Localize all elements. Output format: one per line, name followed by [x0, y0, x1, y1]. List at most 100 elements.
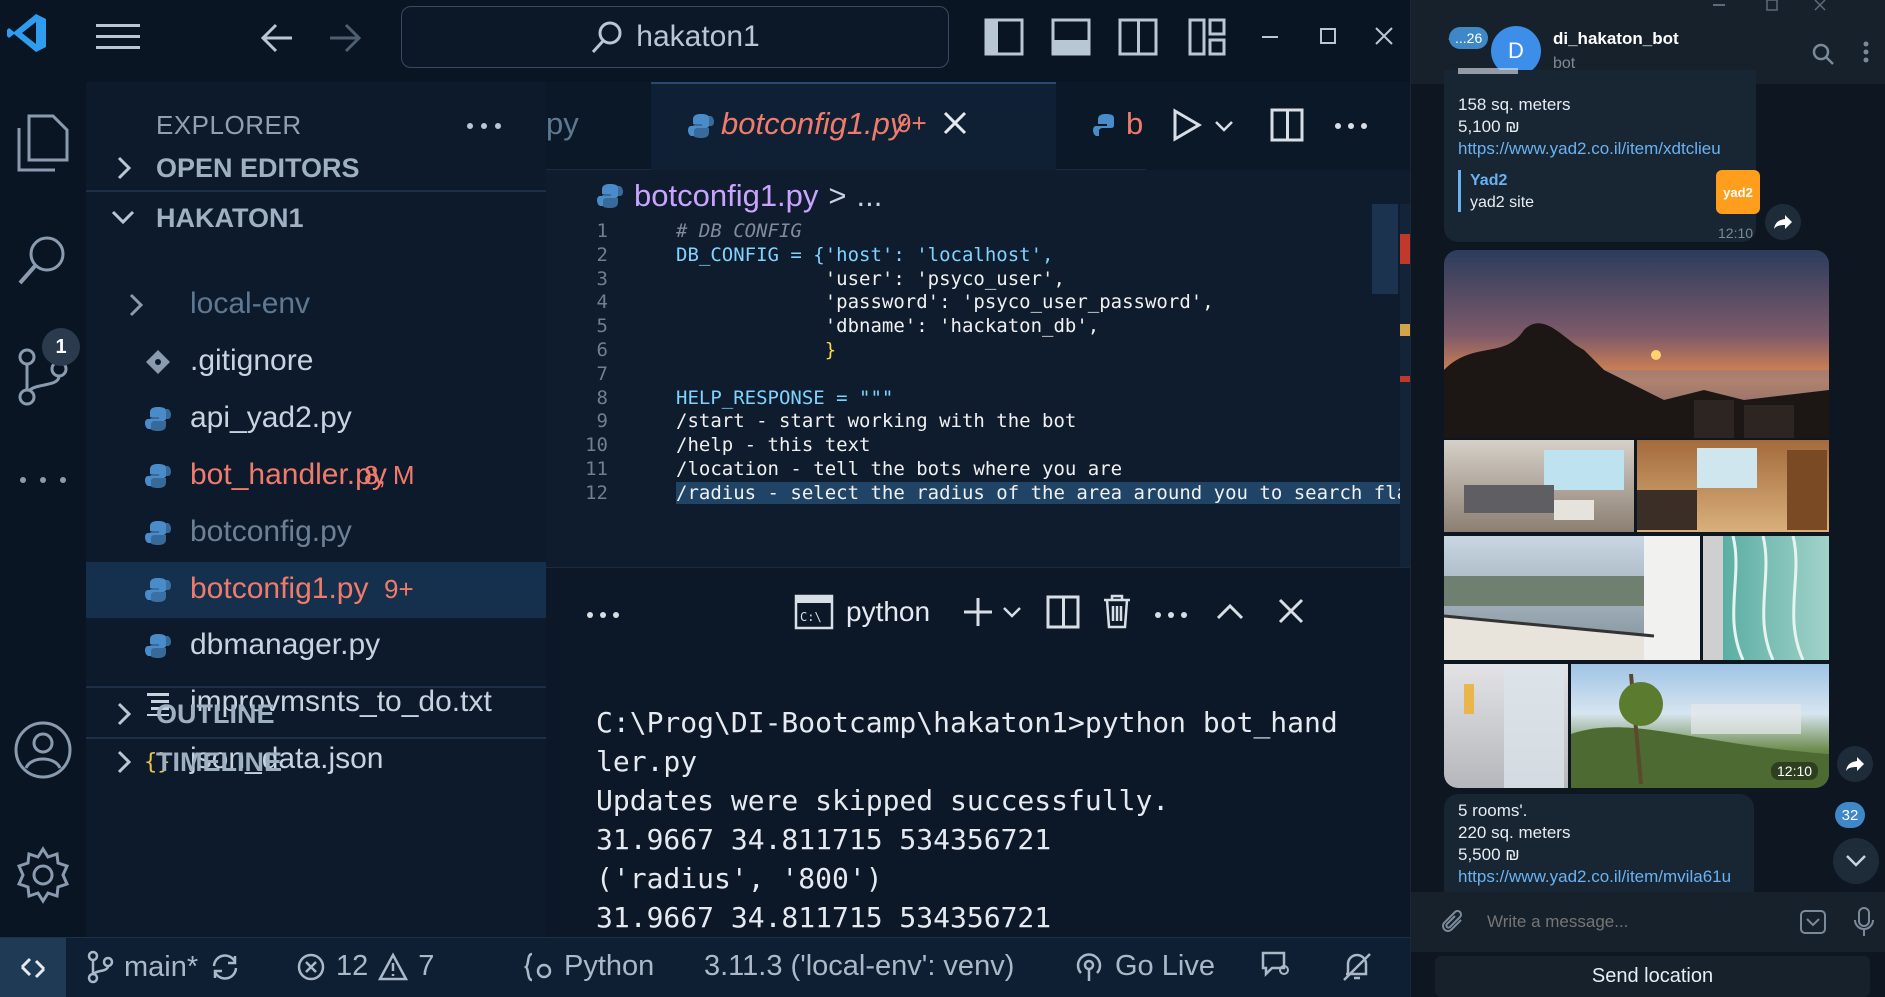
- new-terminal-icon[interactable]: [962, 596, 994, 628]
- chevron-right-icon: [116, 155, 132, 181]
- photo-kitchen[interactable]: [1637, 440, 1829, 532]
- outline-section[interactable]: OUTLINE: [86, 687, 546, 739]
- chevron-right-icon: [116, 749, 132, 775]
- toggle-secondary-sidebar-icon[interactable]: [1118, 18, 1158, 56]
- language-status[interactable]: Python: [524, 950, 654, 983]
- go-live-button[interactable]: Go Live: [1073, 950, 1215, 983]
- editor-scrollbar[interactable]: [1400, 204, 1410, 567]
- search-sidebar-icon[interactable]: [10, 227, 76, 293]
- file-item[interactable]: local-env: [86, 277, 546, 333]
- remote-button[interactable]: [0, 938, 66, 997]
- command-center-search[interactable]: hakaton1: [401, 6, 949, 68]
- close-window-icon[interactable]: [1375, 27, 1393, 45]
- tab-partial-right[interactable]: b: [1126, 106, 1143, 142]
- back-arrow-icon[interactable]: [258, 20, 296, 56]
- chevron-down-icon[interactable]: [1002, 606, 1022, 618]
- message-link[interactable]: https://www.yad2.co.il/item/mvila61u: [1458, 866, 1731, 888]
- file-item[interactable]: api_yad2.py: [86, 391, 546, 447]
- explorer-icon[interactable]: [10, 110, 76, 176]
- line-number: 7: [596, 362, 608, 385]
- close-panel-icon[interactable]: [1278, 598, 1304, 624]
- photo-living-room[interactable]: [1444, 440, 1634, 532]
- split-editor-icon[interactable]: [1270, 108, 1304, 142]
- forward-button[interactable]: [1837, 746, 1873, 782]
- more-actions-icon[interactable]: [1334, 122, 1368, 130]
- file-badge: 8, M: [364, 460, 415, 490]
- scroll-down-button[interactable]: [1833, 838, 1879, 884]
- tab-botconfig1[interactable]: botconfig1.py 9+: [651, 82, 1056, 170]
- line-number: 6: [596, 339, 608, 361]
- microphone-icon[interactable]: [1853, 906, 1875, 938]
- search-icon[interactable]: [1811, 42, 1835, 66]
- message-input[interactable]: [1487, 906, 1787, 938]
- run-icon[interactable]: [1172, 108, 1202, 142]
- terminal-more-icon[interactable]: [1154, 611, 1188, 619]
- branch-status[interactable]: main*: [86, 950, 242, 984]
- accounts-icon[interactable]: [10, 717, 76, 783]
- chat-name[interactable]: di_hakaton_bot: [1553, 29, 1679, 49]
- forward-arrow-icon[interactable]: [326, 20, 364, 56]
- file-item[interactable]: bot_handler.py 8, M: [86, 448, 546, 504]
- bot-commands-icon[interactable]: [1799, 909, 1827, 935]
- photo-balcony[interactable]: [1444, 536, 1700, 660]
- minimap[interactable]: [1372, 204, 1398, 294]
- line-text: /location - tell the bots where you are: [676, 458, 1123, 480]
- file-item[interactable]: dbmanager.py: [86, 618, 546, 674]
- breadcrumb-rest[interactable]: ...: [857, 178, 883, 214]
- message-link[interactable]: https://www.yad2.co.il/item/xdtclieu: [1458, 138, 1721, 160]
- close-tab-icon[interactable]: [943, 111, 967, 135]
- toggle-primary-sidebar-icon[interactable]: [984, 18, 1024, 56]
- customize-layout-icon[interactable]: [1188, 18, 1228, 56]
- line-number: 2: [596, 243, 608, 266]
- toggle-panel-icon[interactable]: [1051, 18, 1091, 56]
- open-editors-section[interactable]: OPEN EDITORS: [86, 141, 546, 193]
- maximize-panel-chevron-up-icon[interactable]: [1216, 604, 1244, 620]
- feedback-icon[interactable]: [1260, 950, 1294, 982]
- problems-status[interactable]: 12 7: [296, 950, 434, 983]
- search-icon: [590, 20, 624, 54]
- panel-more-icon[interactable]: [586, 611, 620, 619]
- terminal-label[interactable]: python: [846, 596, 930, 628]
- attach-paperclip-icon[interactable]: [1441, 910, 1467, 936]
- code-editor[interactable]: 1 # DB CONFIG 2 DB_CONFIG = {'host': 'local…: [546, 220, 1410, 567]
- message-line: 220 sq. meters: [1458, 823, 1571, 842]
- line-number: 9: [596, 410, 608, 433]
- photo-bathroom[interactable]: [1703, 536, 1829, 660]
- message-bubble[interactable]: 158 sq. meters 5,100 ₪ https://www.yad2.…: [1444, 68, 1760, 242]
- forward-button[interactable]: [1765, 204, 1801, 240]
- preview-title[interactable]: Yad2: [1470, 170, 1507, 192]
- settings-gear-icon[interactable]: [10, 842, 76, 908]
- breadcrumb-file[interactable]: botconfig1.py: [634, 178, 818, 214]
- file-item[interactable]: botconfig1.py 9+: [86, 562, 546, 618]
- search-text: hakaton1: [636, 20, 760, 53]
- kill-terminal-trash-icon[interactable]: [1102, 593, 1132, 629]
- project-section[interactable]: HAKATON1: [86, 191, 546, 243]
- split-terminal-icon[interactable]: [1046, 595, 1080, 629]
- line-text: 'dbname': 'hackaton_db',: [676, 315, 1100, 338]
- file-item[interactable]: botconfig.py: [86, 505, 546, 561]
- sync-icon[interactable]: [208, 952, 242, 982]
- message-line: 5 rooms'.: [1458, 801, 1528, 820]
- more-views-icon[interactable]: [10, 447, 76, 513]
- status-bar: main* 12 7 Python 3.11.3 ('local-env': v…: [0, 937, 1410, 997]
- photo-shower[interactable]: [1444, 664, 1568, 788]
- photo-view[interactable]: 12:10: [1571, 664, 1829, 788]
- scroll-marker: [1400, 376, 1410, 382]
- brackets-gear-icon: [524, 951, 554, 983]
- maximize-icon[interactable]: [1320, 28, 1336, 44]
- chevron-down-icon[interactable]: [1214, 120, 1234, 132]
- explorer-more-icon[interactable]: [466, 122, 502, 130]
- photo-sunset[interactable]: [1444, 250, 1829, 438]
- message-bubble[interactable]: 5 rooms'. 220 sq. meters 5,500 ₪ https:/…: [1444, 794, 1754, 892]
- menu-icon[interactable]: [96, 20, 142, 54]
- tab-partial-left[interactable]: py: [546, 106, 579, 142]
- title-bar: hakaton1: [0, 0, 1410, 82]
- minimize-icon[interactable]: [1262, 36, 1278, 40]
- timeline-section[interactable]: TIMELINE: [86, 735, 546, 787]
- terminal-output[interactable]: C:\Prog\DI-Bootcamp\hakaton1>python bot_…: [596, 703, 1338, 937]
- notifications-bell-icon[interactable]: [1340, 950, 1374, 984]
- interpreter-status[interactable]: 3.11.3 ('local-env': venv): [704, 950, 1014, 983]
- more-vertical-icon[interactable]: [1862, 40, 1870, 64]
- send-location-button[interactable]: Send location: [1435, 956, 1870, 997]
- file-item[interactable]: .gitignore: [86, 334, 546, 390]
